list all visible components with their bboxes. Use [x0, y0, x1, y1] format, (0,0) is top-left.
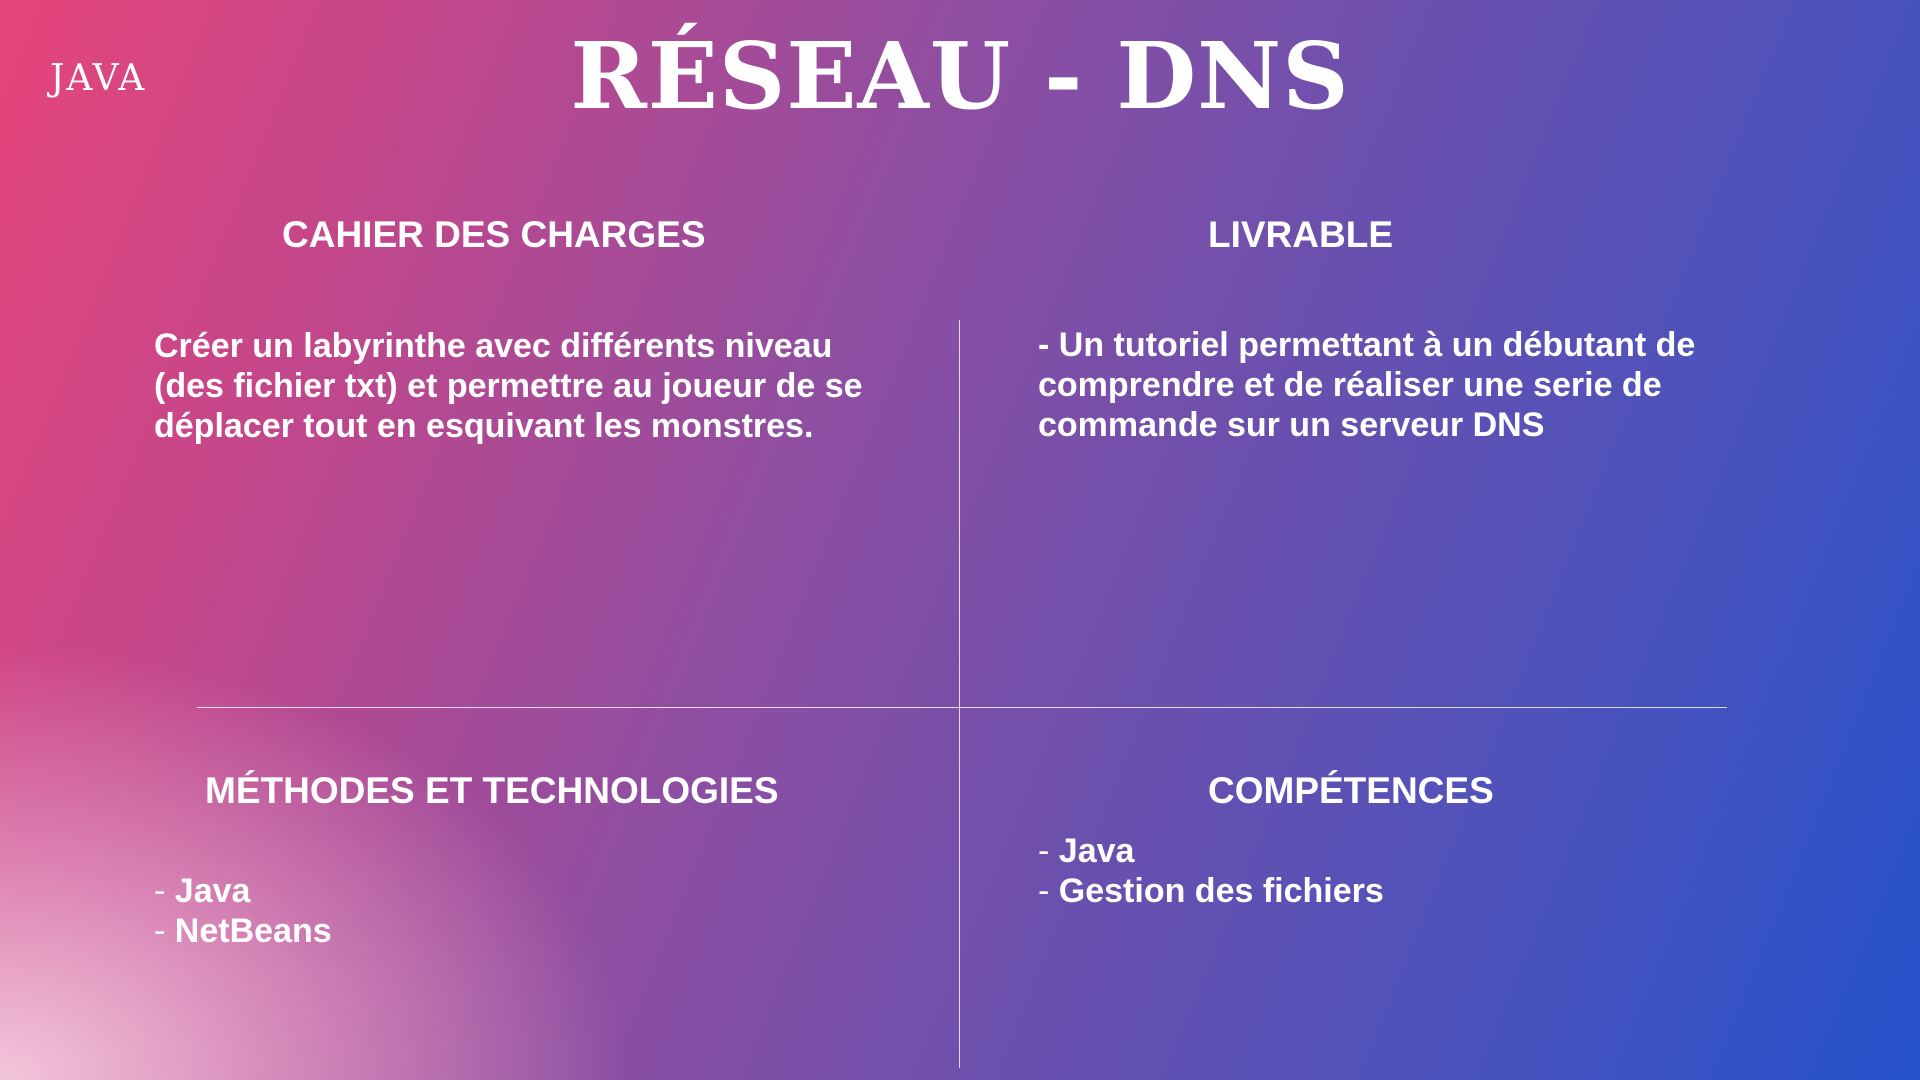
cahier-line: Créer un labyrinthe avec différents nive…: [154, 327, 833, 365]
list-item-text: NetBeans: [174, 912, 332, 950]
list-item-text: Gestion des fichiers: [1058, 872, 1384, 910]
livrable-line: comprendre et de réaliser une serie de: [1038, 366, 1662, 404]
methodes-list: - Java - NetBeans: [154, 871, 332, 951]
livrable-text: - Un tutoriel permettant à un débutant d…: [1038, 325, 1695, 445]
methodes-heading: MÉTHODES ET TECHNOLOGIES: [205, 770, 779, 811]
list-item: - Java: [154, 871, 332, 911]
horizontal-divider: [197, 707, 1727, 708]
cahier-line: déplacer tout en esquivant les monstres.: [154, 407, 814, 445]
list-item: - Gestion des fichiers: [1038, 871, 1384, 911]
slide: JAVA RÉSEAU - DNS CAHIER DES CHARGES Cré…: [0, 0, 1920, 1080]
livrable-heading: LIVRABLE: [1208, 214, 1393, 255]
list-marker: -: [154, 872, 175, 910]
competences-heading: COMPÉTENCES: [1208, 770, 1494, 811]
livrable-line: - Un tutoriel permettant à un débutant d…: [1038, 326, 1696, 364]
competences-list: - Java - Gestion des fichiers: [1038, 831, 1384, 911]
cahier-heading: CAHIER DES CHARGES: [282, 214, 706, 255]
cahier-text: Créer un labyrinthe avec différents nive…: [154, 326, 863, 446]
vertical-divider: [959, 320, 960, 1068]
list-marker: -: [1038, 832, 1059, 870]
cahier-line: (des fichier txt) et permettre au joueur…: [154, 367, 863, 405]
list-marker: -: [154, 912, 175, 950]
list-marker: -: [1038, 872, 1059, 910]
list-item-text: Java: [1058, 832, 1135, 870]
list-item: - NetBeans: [154, 911, 332, 951]
list-item: - Java: [1038, 831, 1384, 871]
page-title: RÉSEAU - DNS: [570, 22, 1350, 130]
list-item-text: Java: [174, 872, 251, 910]
livrable-line: commande sur un serveur DNS: [1038, 406, 1545, 444]
